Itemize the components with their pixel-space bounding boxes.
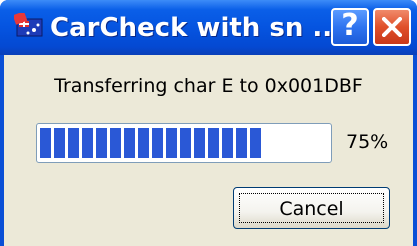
title-bar[interactable]: CarCheck with sn ... ?: [0, 0, 417, 55]
cancel-button[interactable]: Cancel: [233, 187, 390, 229]
close-button[interactable]: [373, 8, 411, 46]
help-button[interactable]: ?: [331, 8, 369, 46]
window-title: CarCheck with sn ...: [50, 13, 343, 43]
progress-fill: [40, 128, 261, 158]
cancel-button-label: Cancel: [239, 193, 384, 223]
close-icon: [382, 17, 402, 37]
progress-bar: [36, 123, 332, 163]
dialog-body: Transferring char E to 0x001DBF 75% Canc…: [4, 55, 413, 246]
status-message: Transferring char E to 0x001DBF: [54, 75, 363, 97]
progress-percent: 75%: [346, 131, 389, 153]
app-icon: [12, 11, 44, 39]
dialog-window: CarCheck with sn ... ? Transferring char…: [0, 0, 417, 246]
